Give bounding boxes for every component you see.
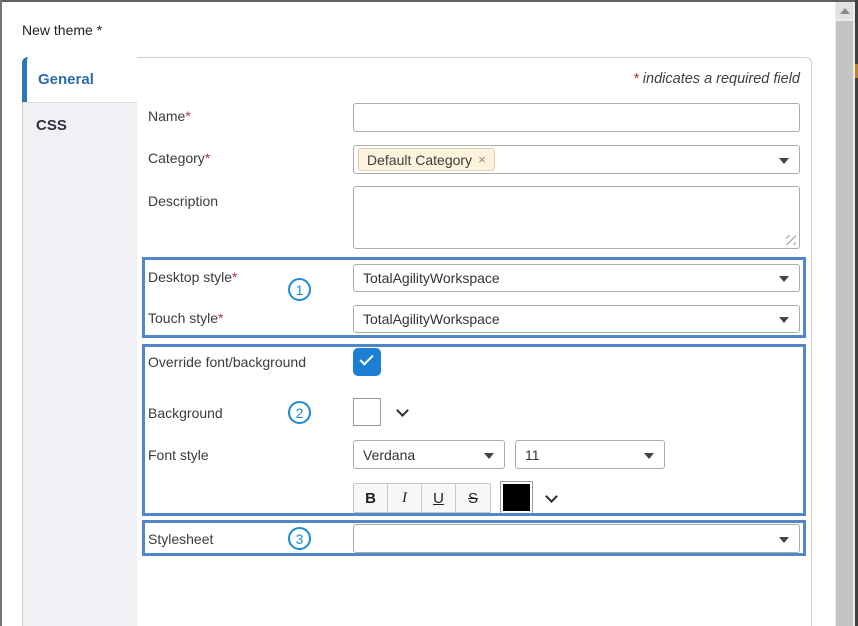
chevron-down-icon xyxy=(779,537,789,543)
font-color-fill xyxy=(503,484,530,511)
annotation-circle-3: 3 xyxy=(288,527,311,550)
tab-general-label: General xyxy=(38,71,94,88)
resize-handle-icon[interactable] xyxy=(786,235,796,245)
font-family-dropdown[interactable]: Verdana xyxy=(353,440,505,469)
italic-icon: I xyxy=(402,490,407,507)
desktop-style-label: Desktop style* xyxy=(148,269,238,285)
font-color-swatch[interactable] xyxy=(500,481,533,514)
touch-style-label: Touch style* xyxy=(148,310,224,326)
scrollbar-thumb[interactable] xyxy=(836,21,853,626)
font-size-value: 11 xyxy=(525,447,540,463)
annotation-number-3: 3 xyxy=(296,531,304,547)
description-label: Description xyxy=(148,193,218,209)
checkmark-icon xyxy=(359,351,373,365)
name-required-asterisk: * xyxy=(185,108,190,124)
arrow-up-icon xyxy=(840,8,850,14)
name-label-text: Name xyxy=(148,108,185,124)
screenshot-border-top xyxy=(0,0,858,2)
touch-style-dropdown[interactable]: TotalAgilityWorkspace xyxy=(353,305,800,333)
underline-icon: U xyxy=(433,490,444,507)
new-theme-dialog: New theme * General CSS * indicates a re… xyxy=(0,0,858,626)
tab-css-label: CSS xyxy=(36,117,67,134)
annotation-circle-2: 2 xyxy=(288,401,311,424)
vertical-scrollbar[interactable] xyxy=(835,0,855,626)
chevron-down-icon xyxy=(484,453,494,459)
annotation-number-1: 1 xyxy=(296,282,304,298)
category-dropdown[interactable]: Default Category × xyxy=(353,145,800,174)
underline-button[interactable]: U xyxy=(422,484,456,512)
touch-style-value: TotalAgilityWorkspace xyxy=(363,311,500,327)
touch-style-required-asterisk: * xyxy=(218,310,223,326)
required-note-text: indicates a required field xyxy=(639,71,800,87)
stylesheet-label: Stylesheet xyxy=(148,531,213,547)
screenshot-border-left xyxy=(0,0,2,626)
strikethrough-button[interactable]: S xyxy=(456,484,490,512)
description-label-text: Description xyxy=(148,193,218,209)
category-label-text: Category xyxy=(148,150,205,166)
chevron-down-icon xyxy=(779,317,789,323)
background-label: Background xyxy=(148,405,223,421)
bold-icon: B xyxy=(365,490,376,507)
desktop-style-value: TotalAgilityWorkspace xyxy=(363,270,500,286)
name-label: Name* xyxy=(148,108,191,124)
desktop-style-label-text: Desktop style xyxy=(148,269,232,285)
font-family-value: Verdana xyxy=(363,447,415,463)
override-label-text: Override font/background xyxy=(148,354,306,370)
font-size-dropdown[interactable]: 11 xyxy=(515,440,665,469)
font-style-label-text: Font style xyxy=(148,447,209,463)
chevron-down-icon xyxy=(779,158,789,164)
bold-button[interactable]: B xyxy=(354,484,388,512)
tab-general[interactable]: General xyxy=(22,57,137,102)
background-color-swatch[interactable] xyxy=(353,398,381,426)
category-required-asterisk: * xyxy=(205,150,210,166)
text-format-toolbar: B I U S xyxy=(353,483,491,513)
page-title: New theme * xyxy=(22,22,102,38)
desktop-style-required-asterisk: * xyxy=(232,269,237,285)
scroll-up-button[interactable] xyxy=(836,2,853,19)
annotation-number-2: 2 xyxy=(296,405,304,421)
italic-button[interactable]: I xyxy=(388,484,422,512)
font-style-label: Font style xyxy=(148,447,209,463)
category-chip-label: Default Category xyxy=(367,152,472,168)
desktop-style-dropdown[interactable]: TotalAgilityWorkspace xyxy=(353,264,800,292)
annotation-circle-1: 1 xyxy=(288,278,311,301)
category-chip-remove-icon[interactable]: × xyxy=(478,152,486,167)
override-font-background-label: Override font/background xyxy=(148,354,306,370)
override-font-background-checkbox[interactable] xyxy=(353,348,381,376)
chevron-down-icon xyxy=(779,276,789,282)
description-textarea[interactable] xyxy=(353,186,800,249)
strikethrough-icon: S xyxy=(468,490,478,507)
name-input[interactable] xyxy=(353,103,800,132)
tab-css[interactable]: CSS xyxy=(23,103,137,147)
tab-sidebar: CSS xyxy=(23,102,137,626)
stylesheet-dropdown[interactable] xyxy=(353,524,800,553)
required-field-note: * indicates a required field xyxy=(353,71,800,87)
background-label-text: Background xyxy=(148,405,223,421)
chevron-down-icon xyxy=(644,453,654,459)
touch-style-label-text: Touch style xyxy=(148,310,218,326)
category-label: Category* xyxy=(148,150,210,166)
stylesheet-label-text: Stylesheet xyxy=(148,531,213,547)
category-chip: Default Category × xyxy=(358,148,495,171)
